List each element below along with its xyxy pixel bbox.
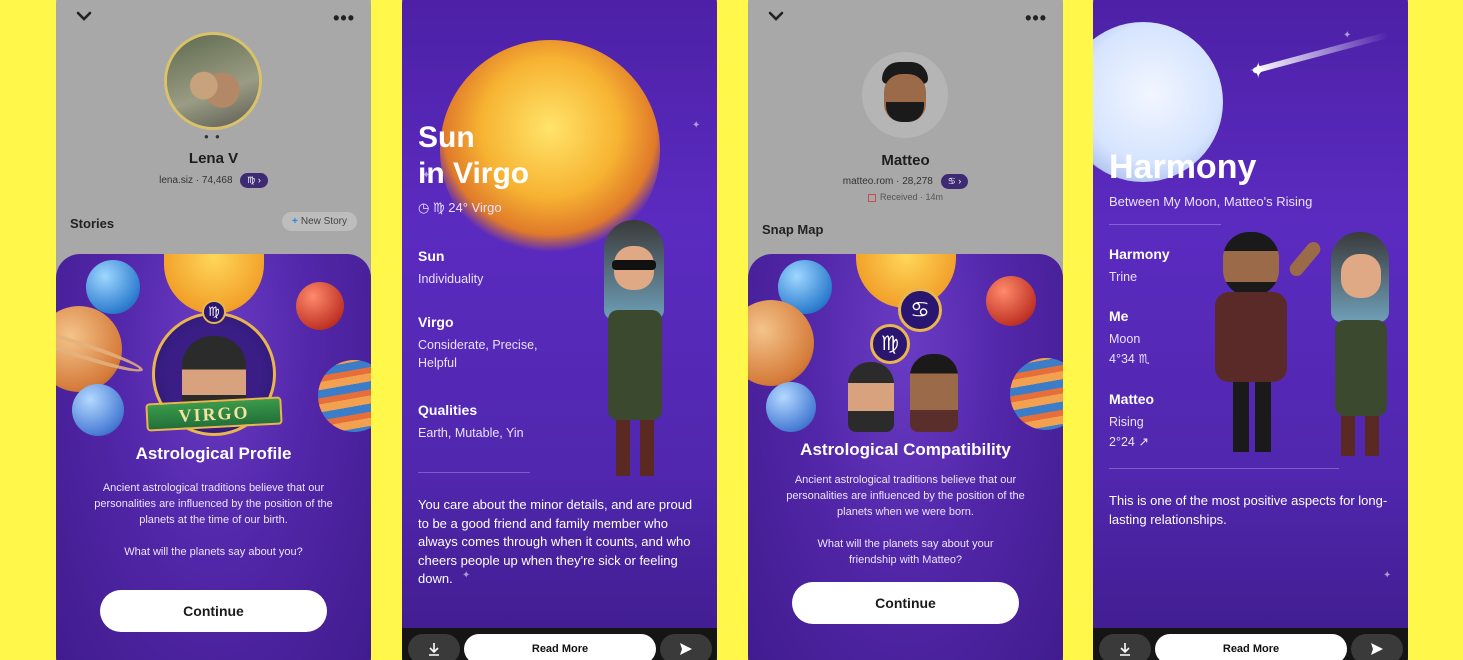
top-bar: ••• bbox=[748, 6, 1063, 30]
section-label-qualities: Qualities bbox=[418, 402, 478, 418]
section-label-sun: Sun bbox=[418, 248, 445, 264]
section-degree-me: 4°34 ♏ bbox=[1109, 352, 1150, 366]
zodiac-pill[interactable]: ♍ › bbox=[240, 173, 268, 188]
cancer-glyph-badge: ♋ bbox=[898, 288, 942, 332]
phone-astrological-compatibility: ••• Matteo matteo.rom · 28,278 ♋ › Recei… bbox=[748, 0, 1063, 660]
download-button[interactable] bbox=[1099, 634, 1151, 660]
zodiac-banner: VIRGO bbox=[145, 396, 283, 432]
avatar[interactable] bbox=[862, 52, 948, 138]
section-label-virgo: Virgo bbox=[418, 314, 454, 330]
small-blue-planet-illustration bbox=[72, 384, 124, 436]
continue-button[interactable]: Continue bbox=[100, 590, 327, 632]
card-title: Astrological Compatibility bbox=[800, 440, 1011, 459]
profile-name: Matteo bbox=[881, 152, 930, 169]
section-value-virgo: Considerate, Precise, Helpful bbox=[418, 338, 538, 370]
star-decoration: ✦ bbox=[1249, 58, 1268, 83]
read-more-button[interactable]: Read More bbox=[1155, 634, 1347, 660]
chevron-down-icon[interactable] bbox=[74, 6, 94, 26]
card-title: Astrological Profile bbox=[135, 444, 292, 463]
section-value-me: Moon bbox=[1109, 332, 1141, 346]
card-description: Ancient astrological traditions believe … bbox=[94, 482, 333, 526]
zodiac-glyph-badge: ♍ bbox=[202, 300, 226, 324]
top-bar: ••• bbox=[56, 6, 371, 30]
divider bbox=[418, 472, 530, 473]
title-line-2: in Virgo bbox=[418, 157, 530, 190]
snap-score: 74,468 bbox=[201, 175, 233, 187]
description: You care about the minor details, and ar… bbox=[418, 497, 693, 586]
bottom-action-bar: Read More bbox=[402, 628, 717, 660]
section-label-matteo: Matteo bbox=[1109, 391, 1155, 407]
section-degree-matteo: 2°24 ↗ bbox=[1109, 435, 1149, 449]
card-description: Ancient astrological traditions believe … bbox=[786, 474, 1025, 518]
received-square-icon bbox=[867, 193, 876, 202]
phone-astrological-profile: ••• ● ● Lena V lena.siz · 74,468 ♍ › Sto… bbox=[56, 0, 371, 660]
stories-heading: Stories bbox=[70, 216, 115, 231]
send-arrow-icon bbox=[680, 643, 692, 655]
download-icon bbox=[429, 643, 439, 656]
plus-icon: + bbox=[292, 216, 298, 227]
bitmoji-high-five bbox=[1213, 232, 1403, 462]
striped-planet-illustration bbox=[1010, 358, 1063, 430]
profile-name: Lena V bbox=[188, 150, 239, 167]
avatar[interactable] bbox=[164, 32, 262, 130]
page-indicator: ● ● bbox=[204, 132, 222, 141]
username: lena.siz bbox=[159, 175, 194, 187]
degree-text: ♍ 24° Virgo bbox=[432, 200, 502, 215]
card-question: What will the planets say about you? bbox=[124, 546, 303, 558]
compatibility-sheet: ♋ ♍ Astrological Compatibility Ancient a… bbox=[748, 254, 1063, 660]
subtitle: Between My Moon, Matteo's Rising bbox=[1109, 194, 1313, 209]
description: This is one of the most positive aspects… bbox=[1109, 493, 1388, 527]
more-options-icon[interactable]: ••• bbox=[333, 8, 355, 29]
received-text: Received · 14m bbox=[879, 192, 944, 202]
title: Harmony bbox=[1109, 148, 1257, 186]
more-options-icon[interactable]: ••• bbox=[1025, 8, 1047, 29]
bitmoji-figure bbox=[590, 220, 680, 480]
send-arrow-icon bbox=[1371, 643, 1383, 655]
section-label-me: Me bbox=[1109, 308, 1129, 324]
section-value-sun: Individuality bbox=[418, 272, 484, 286]
degree-row: ◷ ♍ 24° Virgo bbox=[418, 200, 502, 216]
chevron-down-icon[interactable] bbox=[766, 6, 786, 26]
divider bbox=[1109, 468, 1339, 469]
bitmoji-pair bbox=[844, 354, 964, 434]
red-planet-illustration bbox=[986, 276, 1036, 326]
striped-planet-illustration bbox=[318, 360, 371, 432]
bottom-action-bar: Read More bbox=[1093, 628, 1408, 660]
red-planet-illustration bbox=[296, 282, 344, 330]
download-icon bbox=[1120, 643, 1130, 656]
read-more-button[interactable]: Read More bbox=[464, 634, 656, 660]
section-value-harmony: Trine bbox=[1109, 270, 1138, 284]
zodiac-banner-text: VIRGO bbox=[177, 401, 250, 426]
new-story-label: New Story bbox=[300, 216, 347, 227]
profile-subtitle: matteo.rom · 28,278 ♋ › bbox=[748, 174, 1063, 189]
phone-harmony: ✦ ✦ ✦ Harmony Between My Moon, Matteo's … bbox=[1093, 0, 1408, 660]
snap-map-heading: Snap Map bbox=[762, 222, 824, 237]
send-button[interactable] bbox=[660, 634, 712, 660]
profile-subtitle: lena.siz · 74,468 ♍ › bbox=[56, 173, 371, 188]
title-line-1: Sun bbox=[418, 121, 475, 154]
zodiac-pill[interactable]: ♋ › bbox=[940, 174, 969, 189]
section-value-matteo: Rising bbox=[1109, 415, 1144, 429]
divider bbox=[1109, 224, 1221, 225]
section-label-harmony: Harmony bbox=[1109, 246, 1170, 262]
download-button[interactable] bbox=[408, 634, 460, 660]
star-decoration: ✦ bbox=[692, 120, 701, 131]
snap-score: 28,278 bbox=[902, 176, 933, 188]
username: matteo.rom bbox=[842, 176, 894, 188]
astrology-sheet: ♍ VIRGO Astrological Profile Ancient ast… bbox=[56, 254, 371, 660]
clock-icon: ◷ bbox=[418, 200, 430, 215]
continue-button[interactable]: Continue bbox=[792, 582, 1019, 624]
star-decoration: ✦ bbox=[1343, 30, 1352, 41]
new-story-button[interactable]: + New Story bbox=[282, 212, 357, 231]
small-blue-planet-illustration bbox=[766, 382, 816, 432]
section-value-qualities: Earth, Mutable, Yin bbox=[418, 426, 524, 440]
card-question: What will the planets say about your fri… bbox=[817, 538, 994, 566]
blue-planet-illustration bbox=[86, 260, 140, 314]
send-button[interactable] bbox=[1351, 634, 1403, 660]
received-status: Received · 14m bbox=[748, 192, 1063, 202]
title: Sun in Virgo bbox=[418, 120, 529, 192]
phone-sun-in-virgo: ✦ ✦ ✦ Sun in Virgo ◷ ♍ 24° Virgo Sun Ind… bbox=[402, 0, 717, 660]
star-decoration: ✦ bbox=[1383, 570, 1392, 581]
